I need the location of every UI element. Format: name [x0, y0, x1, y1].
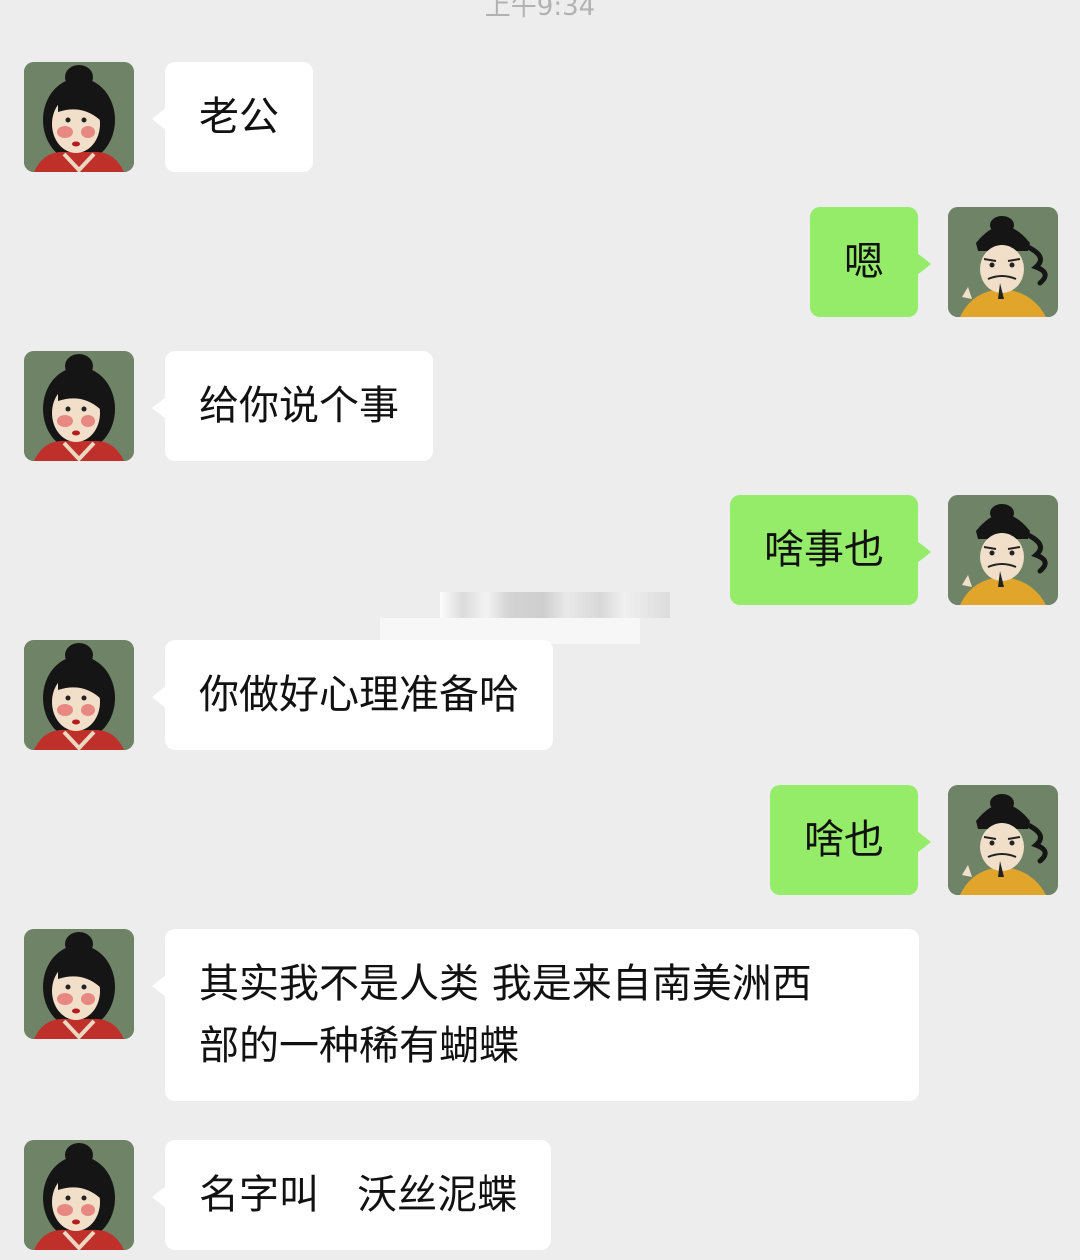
man-portrait-icon[interactable] [948, 785, 1058, 895]
message-bubble-received[interactable]: 给你说个事 [152, 351, 433, 461]
woman-portrait-icon[interactable] [24, 929, 134, 1039]
man-portrait-icon[interactable] [948, 207, 1058, 317]
man-portrait-icon[interactable] [948, 495, 1058, 605]
woman-portrait-icon[interactable] [24, 62, 134, 172]
censored-region [440, 592, 670, 618]
woman-portrait-icon[interactable] [24, 1140, 134, 1250]
message-bubble-received[interactable]: 你做好心理准备哈 [152, 640, 553, 750]
woman-portrait-icon[interactable] [24, 351, 134, 461]
message-bubble-sent[interactable]: 嗯 [810, 207, 931, 317]
chat-timestamp: 上午9:34 [484, 0, 596, 22]
message-bubble-sent[interactable]: 啥也 [770, 785, 931, 895]
message-bubble-sent[interactable]: 啥事也 [730, 495, 931, 605]
woman-portrait-icon[interactable] [24, 640, 134, 750]
message-bubble-received[interactable]: 名字叫 沃丝泥蝶 [151, 1140, 552, 1250]
message-bubble-received[interactable]: 老公 [152, 62, 313, 172]
message-bubble-received[interactable]: 其实我不是人类 我是来自南美洲西 部的一种稀有蝴蝶 [152, 929, 919, 1101]
